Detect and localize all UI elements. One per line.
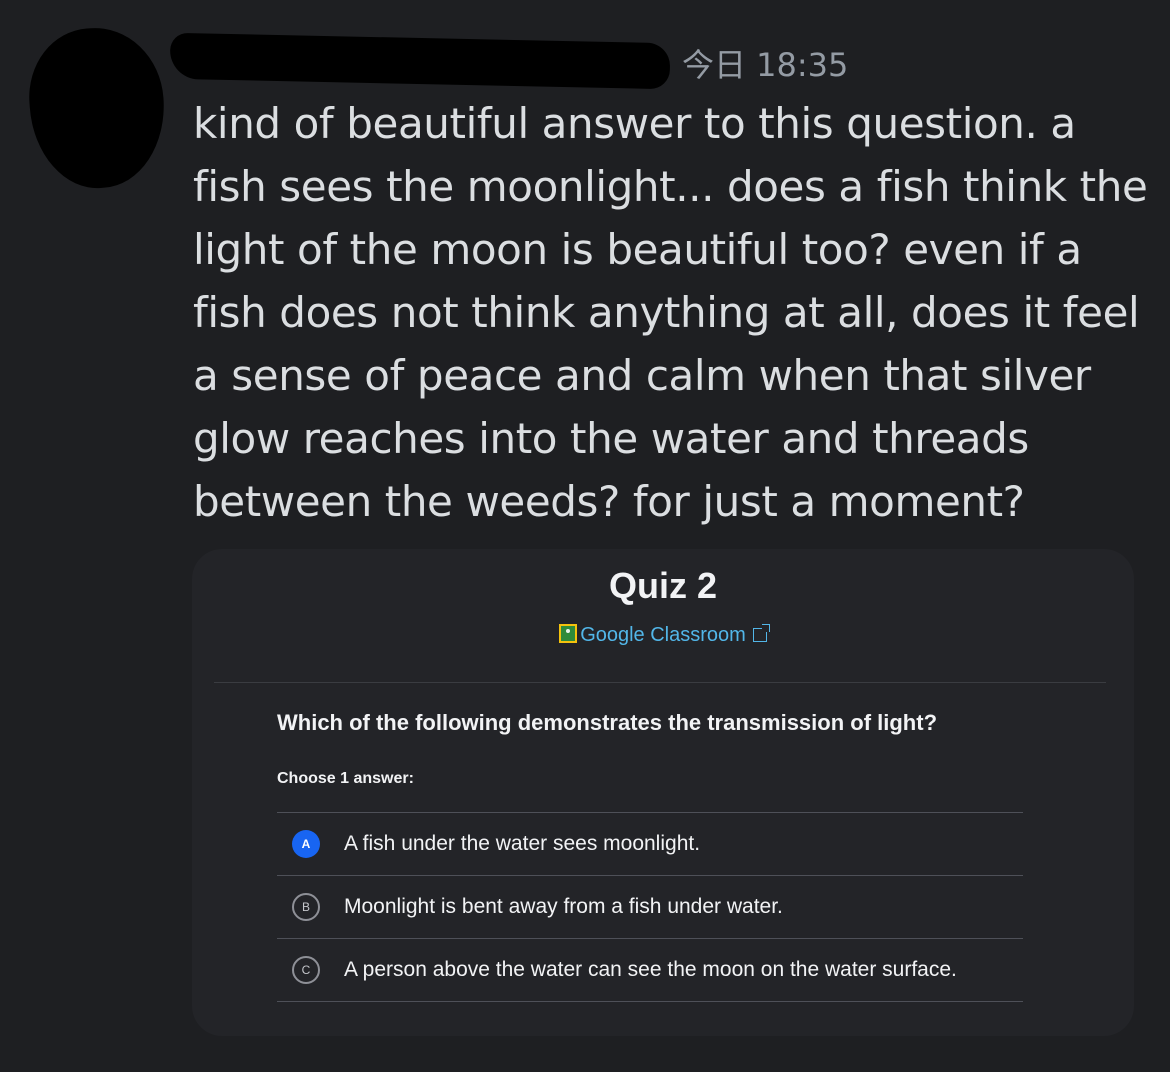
quiz-title: Quiz 2	[608, 565, 718, 606]
answer-option-a[interactable]: A A fish under the water sees moonlight.	[277, 813, 1023, 876]
message-timestamp: 今日 18:35	[682, 46, 849, 84]
choice-letter-a[interactable]: A	[292, 830, 320, 858]
author-name-redacted[interactable]	[169, 32, 671, 90]
message-text: kind of beautiful answer to this questio…	[193, 99, 1148, 526]
answer-options: A A fish under the water sees moonlight.…	[277, 812, 1023, 1002]
embed-divider	[214, 682, 1106, 683]
google-classroom-label[interactable]: Google Classroom	[580, 624, 746, 646]
quiz-embed-card: Quiz 2 Google Classroom Which of the fol…	[192, 549, 1134, 1036]
choose-instruction: Choose 1 answer:	[277, 770, 414, 787]
answer-option-b[interactable]: B Moonlight is bent away from a fish und…	[277, 876, 1023, 939]
avatar-redacted[interactable]	[24, 23, 170, 193]
choice-letter-b[interactable]: B	[292, 893, 320, 921]
answer-option-c[interactable]: C A person above the water can see the m…	[277, 939, 1023, 1002]
choice-text-a[interactable]: A fish under the water sees moonlight.	[344, 832, 700, 856]
choice-text-c[interactable]: A person above the water can see the moo…	[344, 958, 957, 982]
choice-text-b[interactable]: Moonlight is bent away from a fish under…	[344, 895, 783, 919]
choice-letter-c[interactable]: C	[292, 956, 320, 984]
question-text: Which of the following demonstrates the …	[277, 710, 938, 735]
external-link-icon[interactable]	[752, 624, 770, 642]
google-classroom-link[interactable]: Google Classroom	[192, 624, 1134, 647]
google-classroom-icon	[559, 624, 578, 643]
